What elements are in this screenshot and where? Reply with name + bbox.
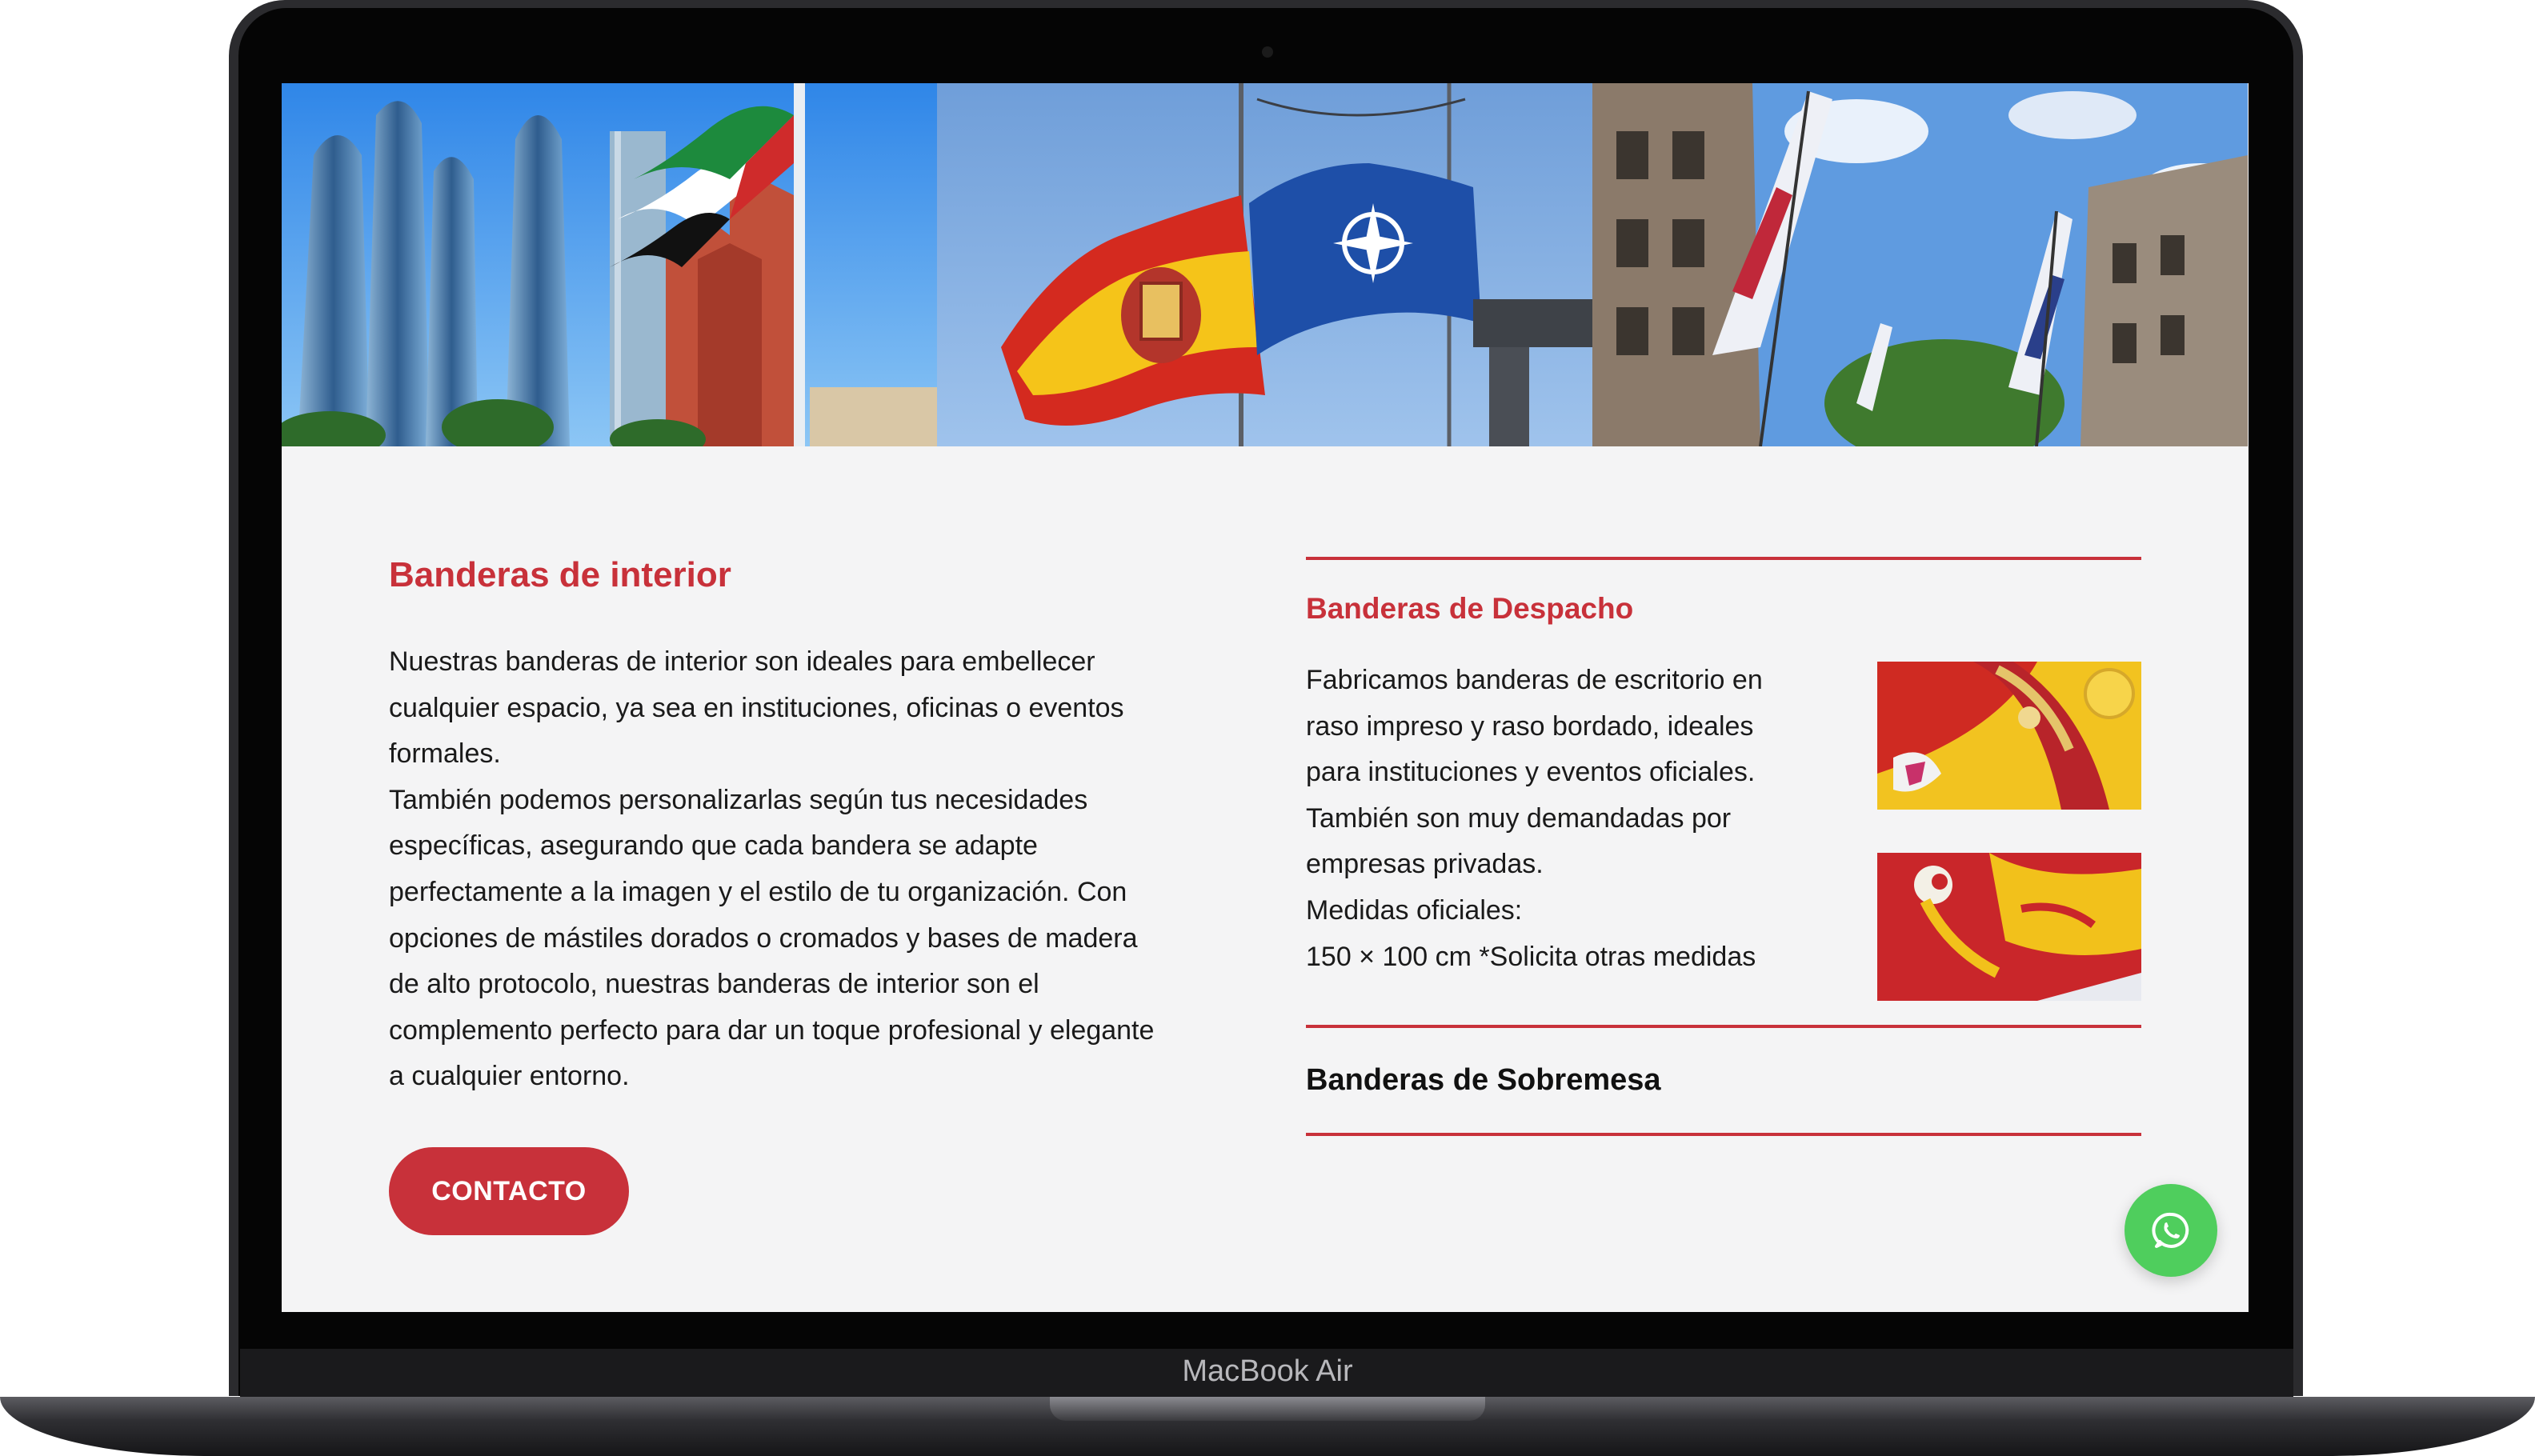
description-line: Nuestras banderas de interior son ideale… bbox=[389, 646, 1095, 677]
accordion-divider bbox=[1306, 557, 2141, 560]
whatsapp-button[interactable] bbox=[2125, 1184, 2217, 1277]
panel-line: empresas privadas. bbox=[1306, 849, 1544, 880]
whatsapp-icon bbox=[2152, 1212, 2189, 1248]
printed-flag-photo bbox=[1877, 853, 2141, 1001]
hero-image-strip bbox=[282, 83, 2249, 446]
description-line: específicas, asegurando que cada bandera… bbox=[389, 830, 1038, 862]
description-line: opciones de mástiles dorados o cromados … bbox=[389, 922, 1138, 954]
panel-line: Medidas oficiales: bbox=[1306, 894, 1523, 926]
accordion-header-sobremesa[interactable]: Banderas de Sobremesa bbox=[1306, 1063, 1661, 1098]
panel-line: También son muy demandadas por bbox=[1306, 802, 1732, 834]
description-line: cualquier espacio, ya sea en institucion… bbox=[389, 692, 1124, 723]
accordion-divider bbox=[1306, 1025, 2141, 1028]
description-line: de alto protocolo, nuestras banderas de … bbox=[389, 969, 1039, 1000]
street-banners-photo bbox=[1592, 83, 2248, 446]
panel-line: Fabricamos banderas de escritorio en bbox=[1306, 665, 1763, 695]
accordion-divider bbox=[1306, 1133, 2141, 1136]
accordion-panel-text: Fabricamos banderas de escritorio en ras… bbox=[1306, 658, 1850, 980]
browser-viewport: Banderas de interior Nuestras banderas d… bbox=[282, 83, 2249, 1312]
spain-nato-flags-photo bbox=[937, 83, 1592, 446]
panel-line: 150 × 100 cm *Solicita otras medidas bbox=[1306, 941, 1756, 972]
description-line: formales. bbox=[389, 738, 501, 770]
camera-icon bbox=[1262, 46, 1273, 58]
description-line: También podemos personalizarlas según tu… bbox=[389, 784, 1088, 815]
contact-button[interactable]: CONTACTO bbox=[389, 1147, 629, 1235]
laptop-model-label: MacBook Air bbox=[1182, 1354, 1353, 1388]
accordion-header-despacho[interactable]: Banderas de Despacho bbox=[1306, 592, 1633, 626]
panel-line: raso impreso y raso bordado, ideales bbox=[1306, 710, 1754, 742]
description-line: perfectamente a la imagen y el estilo de… bbox=[389, 876, 1127, 907]
description-line: a cualquier entorno. bbox=[389, 1061, 630, 1092]
embroidered-flag-photo bbox=[1877, 662, 2141, 810]
uae-flag-skyscrapers-photo bbox=[282, 83, 937, 446]
section-description: Nuestras banderas de interior son ideale… bbox=[389, 639, 1245, 1100]
laptop-hinge-notch bbox=[1050, 1397, 1485, 1421]
panel-line: para instituciones y eventos oficiales. bbox=[1306, 757, 1756, 788]
description-line: complemento perfecto para dar un toque p… bbox=[389, 1014, 1155, 1046]
section-title: Banderas de interior bbox=[389, 555, 731, 594]
